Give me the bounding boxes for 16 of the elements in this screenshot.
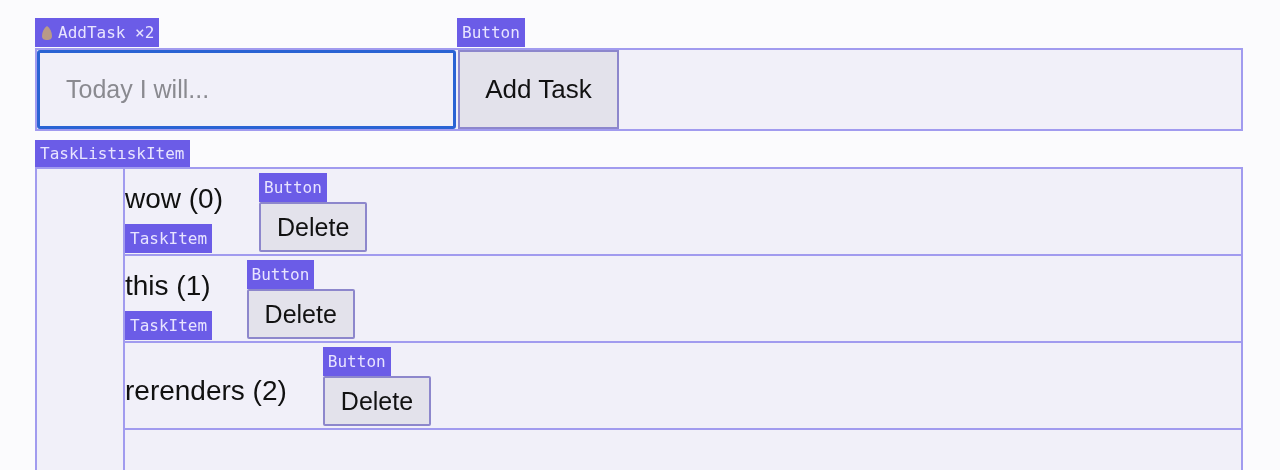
task-text: wow (0) — [125, 183, 223, 215]
delete-button[interactable]: Delete — [259, 202, 368, 252]
component-label: Button — [246, 260, 315, 289]
component-label: Button — [259, 173, 327, 202]
label-text: AddTask ×2 — [58, 23, 155, 42]
component-label: TaskListıskItem — [35, 140, 190, 167]
delete-button[interactable]: Delete — [322, 376, 432, 426]
task-text: this (1) — [125, 270, 211, 302]
delete-button[interactable]: Delete — [246, 289, 355, 339]
component-label: TaskItem — [125, 311, 213, 340]
add-task-button[interactable]: Add Task — [458, 50, 619, 129]
component-label: Button — [457, 18, 525, 47]
task-input[interactable]: Today I will... — [37, 50, 456, 129]
component-label: TaskItem — [125, 224, 213, 253]
component-label: Button — [322, 347, 391, 376]
task-text: rerenders (2) — [125, 375, 287, 407]
